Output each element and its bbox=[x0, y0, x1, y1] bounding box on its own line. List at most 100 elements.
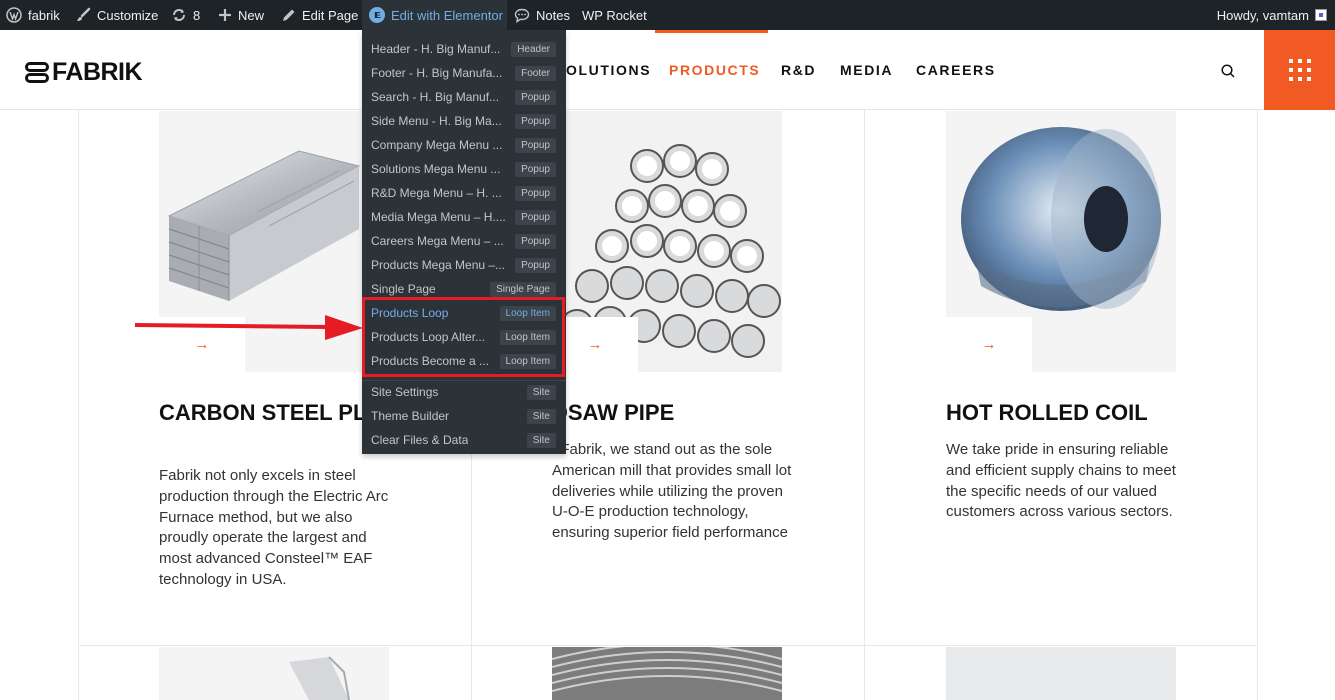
grid-line bbox=[78, 645, 1258, 646]
annotation-arrow-icon bbox=[134, 315, 363, 340]
wp-rocket-link[interactable]: WP Rocket bbox=[582, 0, 647, 30]
menu-item-label: Careers Mega Menu – ... bbox=[371, 234, 504, 248]
menu-item-solutions-mega-menu[interactable]: Solutions Mega Menu ... Popup bbox=[362, 157, 566, 181]
menu-item-badge: Popup bbox=[515, 185, 556, 201]
admin-bar: fabrik Customize 8 New Edit Page IE Edit… bbox=[0, 0, 1335, 30]
menu-item-label: Clear Files & Data bbox=[371, 433, 469, 447]
account-menu[interactable]: Howdy, vamtam bbox=[1217, 0, 1327, 30]
menu-item-badge: Popup bbox=[515, 137, 556, 153]
product-link-arrow[interactable]: → bbox=[946, 317, 1032, 372]
wire-coil-illustration bbox=[552, 647, 782, 700]
menu-item-site-settings[interactable]: Site Settings Site bbox=[362, 380, 566, 404]
menu-item-label: Single Page bbox=[371, 282, 436, 296]
product-image-row2-2[interactable] bbox=[552, 647, 782, 700]
menu-item-footer-template[interactable]: Footer - H. Big Manufa... Footer bbox=[362, 61, 566, 85]
logo-mark-icon bbox=[25, 61, 49, 84]
menu-item-label: Search - H. Big Manuf... bbox=[371, 90, 500, 104]
menu-item-badge: Popup bbox=[515, 89, 556, 105]
menu-item-header-template[interactable]: Header - H. Big Manuf... Header bbox=[362, 37, 566, 61]
notes-label: Notes bbox=[536, 7, 570, 23]
menu-item-side-menu-popup[interactable]: Side Menu - H. Big Ma... Popup bbox=[362, 109, 566, 133]
nav-rnd[interactable]: R&D bbox=[781, 30, 816, 110]
product-title[interactable]: HOT ROLLED COIL bbox=[946, 400, 1226, 426]
menu-item-badge: Site bbox=[526, 384, 556, 400]
menu-item-badge: Site bbox=[526, 408, 556, 424]
edit-page-link[interactable]: Edit Page bbox=[281, 0, 358, 30]
menu-item-badge: Single Page bbox=[490, 281, 556, 297]
menu-item-badge: Popup bbox=[515, 233, 556, 249]
menu-item-badge: Site bbox=[526, 432, 556, 448]
menu-item-badge: Header bbox=[511, 41, 556, 57]
menu-item-clear-files[interactable]: Clear Files & Data Site bbox=[362, 428, 566, 452]
elementor-label: Edit with Elementor bbox=[391, 7, 503, 23]
menu-item-search-popup[interactable]: Search - H. Big Manuf... Popup bbox=[362, 85, 566, 109]
customize-link[interactable]: Customize bbox=[75, 0, 158, 30]
new-content-link[interactable]: New bbox=[218, 0, 264, 30]
updates-link[interactable]: 8 bbox=[171, 0, 200, 30]
menu-item-badge: Popup bbox=[515, 113, 556, 129]
product-image-row2-3[interactable] bbox=[946, 647, 1176, 700]
menu-item-badge: Footer bbox=[515, 65, 556, 81]
menu-item-theme-builder[interactable]: Theme Builder Site bbox=[362, 404, 566, 428]
menu-item-badge: Popup bbox=[515, 257, 556, 273]
menu-item-products-mega-menu[interactable]: Products Mega Menu –... Popup bbox=[362, 253, 566, 277]
arrow-right-icon: → bbox=[587, 336, 603, 353]
edit-page-label: Edit Page bbox=[302, 7, 359, 23]
menu-item-label: R&D Mega Menu – H. ... bbox=[371, 186, 502, 200]
wordpress-icon bbox=[6, 7, 22, 23]
nav-products[interactable]: PRODUCTS bbox=[669, 30, 760, 110]
product-description: t Fabrik, we stand out as the sole Ameri… bbox=[552, 441, 792, 542]
notes-link[interactable]: Notes bbox=[514, 0, 570, 30]
wp-rocket-label: WP Rocket bbox=[582, 7, 647, 23]
updates-icon bbox=[173, 9, 185, 21]
nav-solutions[interactable]: OLUTIONS bbox=[566, 30, 651, 110]
grid-line bbox=[78, 110, 79, 700]
product-description: We take pride in ensuring reliable and e… bbox=[946, 441, 1176, 521]
brush-icon bbox=[77, 7, 91, 21]
menu-item-label: Side Menu - H. Big Ma... bbox=[371, 114, 502, 128]
logo-text: FABRIK bbox=[52, 58, 143, 86]
new-label: New bbox=[238, 7, 265, 23]
product-image-row2-1[interactable] bbox=[159, 647, 389, 700]
customize-label: Customize bbox=[97, 7, 159, 23]
edit-with-elementor-link[interactable]: IE Edit with Elementor bbox=[362, 0, 507, 30]
product-title[interactable]: DSAW PIPE bbox=[552, 400, 832, 426]
menu-item-company-mega-menu[interactable]: Company Mega Menu ... Popup bbox=[362, 133, 566, 157]
search-icon[interactable] bbox=[1220, 63, 1236, 79]
admin-bar-site[interactable]: fabrik bbox=[6, 0, 60, 30]
menu-item-badge: Popup bbox=[515, 161, 556, 177]
elementor-dropdown-menu: Header - H. Big Manuf... Header Footer - … bbox=[362, 30, 566, 454]
menu-item-label: Theme Builder bbox=[371, 409, 450, 423]
menu-item-label: Footer - H. Big Manufa... bbox=[371, 66, 503, 80]
menu-item-label: Media Mega Menu – H.... bbox=[371, 210, 506, 224]
menu-item-label: Site Settings bbox=[371, 385, 439, 399]
nav-media[interactable]: MEDIA bbox=[840, 30, 893, 110]
side-menu-button[interactable] bbox=[1264, 30, 1335, 110]
site-logo[interactable]: FABRIK bbox=[25, 58, 143, 87]
menu-item-badge: Popup bbox=[515, 209, 556, 225]
updates-count: 8 bbox=[193, 7, 201, 23]
menu-item-label: Solutions Mega Menu ... bbox=[371, 162, 501, 176]
arrow-right-icon: → bbox=[981, 336, 997, 353]
elementor-icon: IE bbox=[369, 7, 385, 23]
product-description: Fabrik not only excels in steel producti… bbox=[159, 467, 389, 588]
menu-item-label: Header - H. Big Manuf... bbox=[371, 42, 501, 56]
menu-item-label: Products Mega Menu –... bbox=[371, 258, 506, 272]
plus-icon bbox=[219, 9, 231, 21]
grid-menu-icon bbox=[1288, 59, 1311, 81]
site-header: FABRIK OLUTIONS PRODUCTS R&D MEDIA CAREE… bbox=[0, 30, 1335, 110]
avatar bbox=[1315, 9, 1327, 21]
menu-item-media-mega-menu[interactable]: Media Mega Menu – H.... Popup bbox=[362, 205, 566, 229]
pencil-icon bbox=[283, 9, 295, 21]
beam-illustration bbox=[289, 656, 350, 700]
howdy-label: Howdy, vamtam bbox=[1216, 7, 1309, 23]
highlight-box bbox=[362, 297, 565, 377]
menu-item-rnd-mega-menu[interactable]: R&D Mega Menu – H. ... Popup bbox=[362, 181, 566, 205]
grid-line bbox=[864, 110, 865, 700]
menu-item-careers-mega-menu[interactable]: Careers Mega Menu – ... Popup bbox=[362, 229, 566, 253]
site-name: fabrik bbox=[28, 7, 60, 23]
grid-line bbox=[1257, 110, 1258, 700]
menu-item-label: Company Mega Menu ... bbox=[371, 138, 503, 152]
nav-careers[interactable]: CAREERS bbox=[916, 30, 996, 110]
comment-icon bbox=[514, 8, 530, 23]
